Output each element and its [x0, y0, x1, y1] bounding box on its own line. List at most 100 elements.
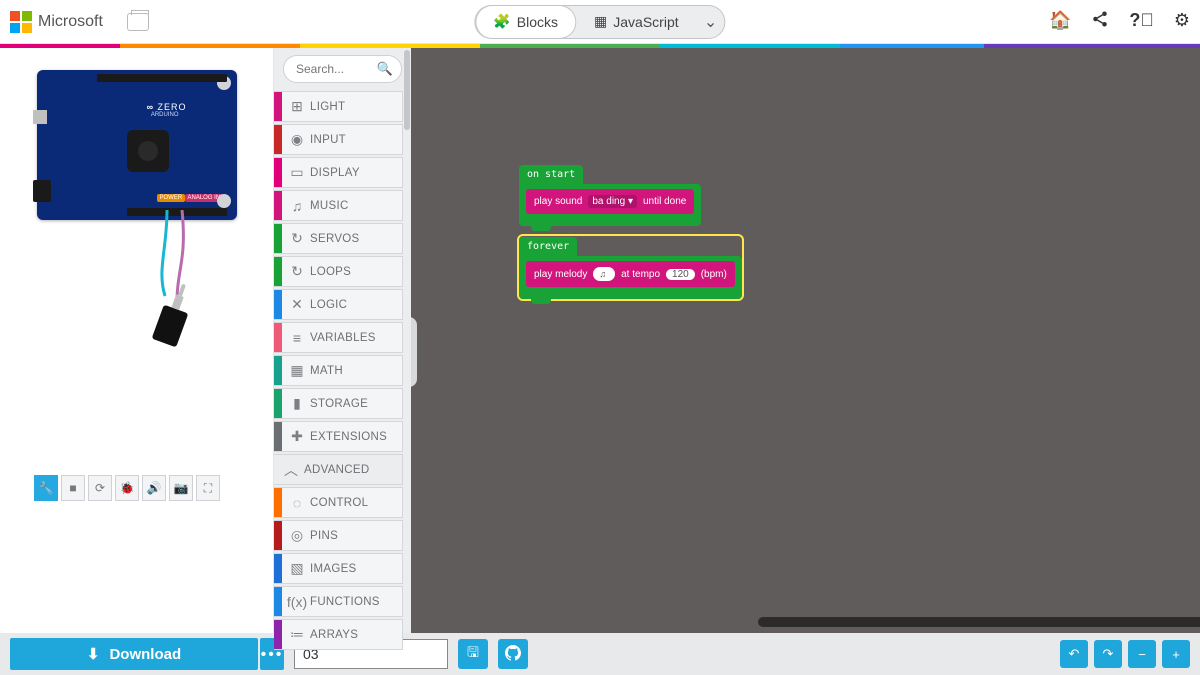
- music-note-icon: ♫: [599, 269, 606, 279]
- category-images[interactable]: ▧ IMAGES: [274, 553, 403, 584]
- sim-restart-button[interactable]: ⟳: [88, 475, 112, 501]
- category-label: MATH: [310, 365, 343, 377]
- category-storage[interactable]: ▮ STORAGE: [274, 388, 403, 419]
- on-start-label: on start: [519, 165, 583, 184]
- category-input[interactable]: ◉ INPUT: [274, 124, 403, 155]
- category-label: VARIABLES: [310, 332, 376, 344]
- category-icon: ≡: [284, 330, 310, 346]
- category-label: ARRAYS: [310, 629, 358, 641]
- category-icon: ↻: [284, 263, 310, 280]
- category-servos[interactable]: ↻ SERVOS: [274, 223, 403, 254]
- category-math[interactable]: ▦ MATH: [274, 355, 403, 386]
- help-icon[interactable]: ?⃝: [1129, 10, 1154, 33]
- js-icon: ▦: [594, 13, 607, 30]
- download-button[interactable]: ⬇ Download: [10, 638, 258, 670]
- category-label: DISPLAY: [310, 167, 360, 179]
- tempo-label: at tempo: [621, 269, 660, 280]
- on-start-block[interactable]: on start play sound ba ding ▾ until done: [519, 164, 701, 226]
- tempo-value[interactable]: 120: [666, 269, 695, 280]
- sim-wrench-button[interactable]: 🔧: [34, 475, 58, 501]
- brand-text: Microsoft: [38, 13, 103, 31]
- sim-stop-button[interactable]: ■: [61, 475, 85, 501]
- category-icon: ▦: [284, 362, 310, 379]
- zoom-in-button[interactable]: +: [1162, 640, 1190, 668]
- share-icon[interactable]: [1091, 10, 1109, 33]
- category-label: LOGIC: [310, 299, 347, 311]
- undo-button[interactable]: ↶: [1060, 640, 1088, 668]
- blocks-tab-label: Blocks: [517, 14, 558, 30]
- palette-scrollbar[interactable]: [403, 48, 411, 633]
- canvas-scrollbar[interactable]: [758, 617, 1200, 627]
- category-display[interactable]: ▭ DISPLAY: [274, 157, 403, 188]
- category-music[interactable]: ♫ MUSIC: [274, 190, 403, 221]
- project-icon[interactable]: [127, 13, 149, 31]
- category-functions[interactable]: f(x) FUNCTIONS: [274, 586, 403, 617]
- category-label: PINS: [310, 530, 338, 542]
- blocks-canvas[interactable]: ‹ on start play sound ba ding ▾ until do…: [411, 48, 1200, 633]
- bpm-label: (bpm): [701, 269, 727, 280]
- category-icon: ▧: [284, 560, 310, 577]
- play-melody-block[interactable]: play melody ♫ at tempo 120 (bpm): [526, 261, 735, 287]
- home-icon[interactable]: 🏠: [1049, 10, 1071, 33]
- github-button[interactable]: [498, 639, 528, 669]
- language-toggle: 🧩 Blocks ▦ JavaScript ⌄: [474, 5, 725, 39]
- category-variables[interactable]: ≡ VARIABLES: [274, 322, 403, 353]
- sim-mute-button[interactable]: 🔊: [142, 475, 166, 501]
- category-icon: ▮: [284, 395, 310, 412]
- category-extensions[interactable]: ✚ EXTENSIONS: [274, 421, 403, 452]
- category-icon: ≔: [284, 626, 310, 643]
- block-palette: 🔍 ⊞ LIGHT ◉ INPUT ▭ DISPLAY ♫ MUSIC ↻ SE…: [274, 48, 411, 633]
- category-label: IMAGES: [310, 563, 357, 575]
- category-icon: f(x): [284, 594, 310, 610]
- javascript-tab[interactable]: ▦ JavaScript: [576, 5, 697, 39]
- play-sound-mode: until done: [643, 196, 686, 207]
- category-label: STORAGE: [310, 398, 368, 410]
- wires: [37, 220, 237, 370]
- melody-editor[interactable]: ♫: [593, 267, 615, 281]
- download-label: Download: [109, 646, 181, 663]
- category-icon: ✕: [284, 296, 310, 313]
- advanced-label: ADVANCED: [304, 464, 369, 476]
- category-icon: ⊞: [284, 98, 310, 115]
- sim-debug-button[interactable]: 🐞: [115, 475, 139, 501]
- category-loops[interactable]: ↻ LOOPS: [274, 256, 403, 287]
- category-icon: ▭: [284, 164, 310, 181]
- category-label: LOOPS: [310, 266, 351, 278]
- collapse-palette-tab[interactable]: ‹: [411, 317, 417, 387]
- language-dropdown[interactable]: ⌄: [697, 12, 725, 32]
- arduino-board[interactable]: ZERO ARDUINO POWER ANALOG IN: [37, 70, 237, 220]
- app-footer: ⬇ Download ••• 🖫 ↶ ↷ − +: [0, 633, 1200, 675]
- download-icon: ⬇: [87, 645, 100, 663]
- save-button[interactable]: 🖫: [458, 639, 488, 669]
- category-icon: ◉: [284, 131, 310, 148]
- advanced-header[interactable]: ︿ ADVANCED: [274, 454, 403, 485]
- forever-block[interactable]: forever play melody ♫ at tempo 120 (bpm): [519, 236, 742, 299]
- category-label: LIGHT: [310, 101, 345, 113]
- microsoft-logo: [10, 11, 32, 33]
- redo-button[interactable]: ↷: [1094, 640, 1122, 668]
- category-logic[interactable]: ✕ LOGIC: [274, 289, 403, 320]
- sound-dropdown[interactable]: ba ding ▾: [588, 195, 637, 208]
- category-control[interactable]: ◌ CONTROL: [274, 487, 403, 518]
- category-label: FUNCTIONS: [310, 596, 380, 608]
- play-sound-block[interactable]: play sound ba ding ▾ until done: [526, 189, 694, 214]
- category-pins[interactable]: ◎ PINS: [274, 520, 403, 551]
- chevron-up-icon: ︿: [278, 460, 304, 480]
- category-label: EXTENSIONS: [310, 431, 387, 443]
- category-label: CONTROL: [310, 497, 368, 509]
- search-icon: 🔍: [377, 61, 393, 77]
- forever-label: forever: [519, 237, 577, 256]
- board-sub: ARDUINO: [151, 112, 179, 118]
- simulator-panel: ZERO ARDUINO POWER ANALOG IN 🔧 ■ ⟳ 🐞 🔊 📷…: [0, 48, 274, 633]
- sim-fullscreen-button[interactable]: ⛶: [196, 475, 220, 501]
- blocks-tab[interactable]: 🧩 Blocks: [475, 5, 576, 39]
- category-icon: ✚: [284, 428, 310, 445]
- category-icon: ◎: [284, 527, 310, 544]
- category-light[interactable]: ⊞ LIGHT: [274, 91, 403, 122]
- board-name: ZERO: [147, 102, 187, 112]
- zoom-out-button[interactable]: −: [1128, 640, 1156, 668]
- sim-screenshot-button[interactable]: 📷: [169, 475, 193, 501]
- settings-icon[interactable]: ⚙: [1174, 10, 1190, 33]
- category-label: MUSIC: [310, 200, 349, 212]
- category-arrays[interactable]: ≔ ARRAYS: [274, 619, 403, 650]
